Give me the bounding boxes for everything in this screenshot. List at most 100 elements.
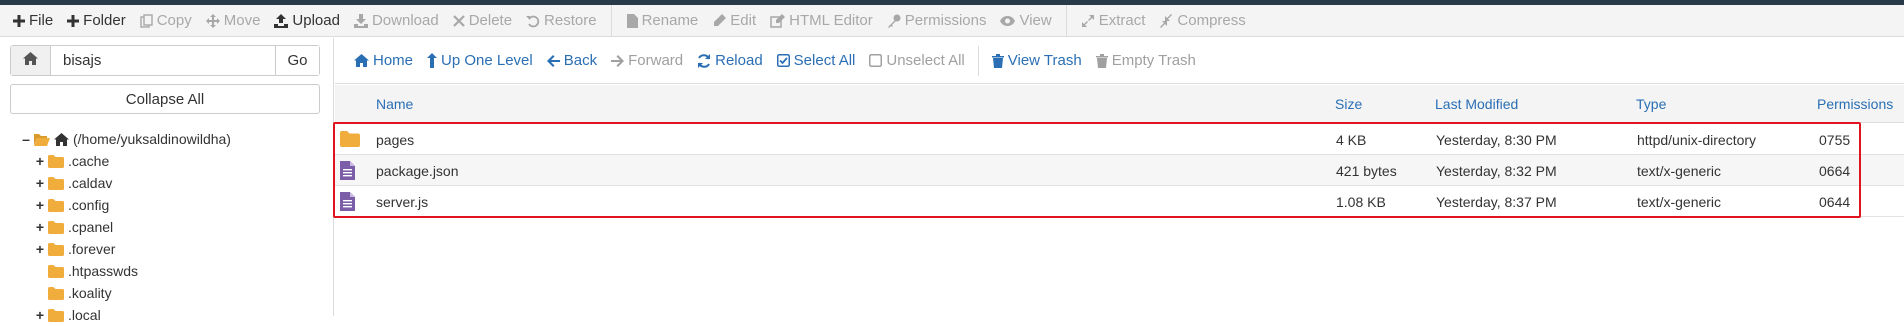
forward-label: Forward — [628, 52, 684, 69]
compress-icon — [1159, 13, 1173, 28]
column-header-permissions[interactable]: Permissions — [1817, 96, 1893, 112]
file-type: text/x-generic — [1637, 163, 1722, 179]
edit-button[interactable]: Edit — [705, 5, 763, 37]
copy-button[interactable]: Copy — [133, 5, 199, 37]
extract-button[interactable]: Extract — [1074, 5, 1153, 37]
home-icon — [54, 132, 69, 146]
tree-item[interactable]: + .forever — [0, 238, 334, 260]
collapse-all-button[interactable]: Collapse All — [10, 84, 320, 114]
level-up-icon — [427, 53, 438, 68]
html-editor-button[interactable]: HTML Editor — [763, 5, 880, 37]
file-name: pages — [376, 132, 415, 148]
file-last-modified: Yesterday, 8:30 PM — [1436, 132, 1557, 148]
unselect-all-label: Unselect All — [886, 52, 965, 69]
view-button[interactable]: View — [993, 5, 1058, 37]
new-folder-button[interactable]: Folder — [60, 5, 133, 37]
view-trash-button[interactable]: View Trash — [985, 38, 1089, 84]
tree-item[interactable]: + .local — [0, 304, 334, 326]
unselect-all-button[interactable]: Unselect All — [862, 38, 971, 84]
file-row[interactable]: package.json 421 bytes Yesterday, 8:32 PM t… — [335, 155, 1904, 186]
column-header-type[interactable]: Type — [1636, 96, 1666, 112]
rename-button[interactable]: Rename — [619, 5, 706, 37]
tree-item[interactable]: + .config — [0, 194, 334, 216]
folder-icon — [48, 264, 64, 278]
file-size: 1.08 KB — [1336, 194, 1386, 210]
folder-icon — [48, 286, 64, 300]
file-type: text/x-generic — [1637, 194, 1722, 210]
file-last-modified: Yesterday, 8:32 PM — [1436, 163, 1557, 179]
path-input[interactable] — [51, 46, 275, 75]
column-header-last-modified[interactable]: Last Modified — [1435, 96, 1518, 112]
empty-trash-label: Empty Trash — [1111, 52, 1196, 69]
home-icon — [354, 54, 369, 67]
toolbar-divider — [610, 4, 612, 37]
home-button[interactable]: Home — [347, 38, 420, 84]
plus-icon — [67, 14, 80, 27]
go-button[interactable]: Go — [275, 46, 319, 75]
edit-label: Edit — [730, 12, 757, 29]
expand-toggle-icon[interactable]: + — [34, 219, 46, 235]
forward-button[interactable]: Forward — [604, 38, 690, 84]
reload-button[interactable]: Reload — [690, 38, 770, 84]
compress-label: Compress — [1177, 12, 1246, 29]
trash-icon — [1095, 53, 1108, 68]
upload-button[interactable]: Upload — [267, 5, 347, 37]
file-row[interactable]: server.js 1.08 KB Yesterday, 8:37 PM text/x… — [335, 186, 1904, 217]
permissions-label: Permissions — [904, 12, 987, 29]
delete-button[interactable]: Delete — [446, 5, 519, 37]
select-all-label: Select All — [793, 52, 856, 69]
navigation-bar: Home Up One Level Back Forward Reload Se… — [335, 38, 1904, 84]
file-list-header: Name Size Last Modified Type Permissions — [335, 85, 1904, 123]
up-one-level-button[interactable]: Up One Level — [420, 38, 540, 84]
permissions-button[interactable]: Permissions — [880, 5, 994, 37]
file-row[interactable]: pages 4 KB Yesterday, 8:30 PM httpd/unix-di… — [335, 124, 1904, 155]
tree-item-label: .config — [68, 197, 110, 213]
home-label: Home — [373, 52, 414, 69]
folder-icon — [48, 176, 64, 190]
tree-item-label: .local — [68, 307, 101, 323]
column-header-name[interactable]: Name — [376, 96, 413, 112]
home-icon — [23, 51, 38, 70]
empty-trash-button[interactable]: Empty Trash — [1089, 38, 1203, 84]
back-button[interactable]: Back — [540, 38, 604, 84]
home-directory-button[interactable] — [11, 46, 51, 75]
upload-icon — [274, 13, 289, 28]
compress-button[interactable]: Compress — [1152, 5, 1252, 37]
tree-item[interactable]: .htpasswds — [0, 260, 334, 282]
expand-toggle-icon[interactable]: + — [34, 307, 46, 323]
tree-item[interactable]: .koality — [0, 282, 334, 304]
file-icon — [626, 13, 638, 28]
copy-icon — [140, 13, 153, 28]
refresh-icon — [697, 53, 711, 68]
expand-toggle-icon[interactable]: + — [34, 241, 46, 257]
tree-item[interactable]: + .cache — [0, 150, 334, 172]
download-button[interactable]: Download — [347, 5, 446, 37]
arrow-left-icon — [546, 54, 560, 67]
extract-label: Extract — [1098, 12, 1146, 29]
checkbox-empty-icon — [869, 54, 883, 67]
tree-item[interactable]: + .caldav — [0, 172, 334, 194]
tree-root-label: (/home/yuksaldinowildha) — [73, 131, 231, 147]
tree-root[interactable]: – (/home/yuksaldinowildha) — [0, 128, 334, 150]
file-type: httpd/unix-directory — [1637, 132, 1757, 148]
expand-toggle-icon[interactable]: + — [34, 197, 46, 213]
new-file-button[interactable]: File — [6, 5, 60, 37]
file-name: package.json — [376, 163, 459, 179]
tree-item[interactable]: + .cpanel — [0, 216, 334, 238]
expand-icon — [1081, 14, 1095, 28]
expand-toggle-icon[interactable]: + — [34, 153, 46, 169]
column-header-size[interactable]: Size — [1335, 96, 1362, 112]
toolbar-divider — [1065, 4, 1067, 37]
collapse-toggle-icon[interactable]: – — [20, 131, 32, 147]
move-button[interactable]: Move — [199, 5, 268, 37]
rename-label: Rename — [641, 12, 699, 29]
main-toolbar: File Folder Copy Move Upload Download De… — [0, 4, 1904, 37]
file-permissions: 0755 — [1819, 132, 1851, 148]
expand-toggle-icon[interactable]: + — [34, 175, 46, 191]
file-list: pages 4 KB Yesterday, 8:30 PM httpd/unix-di… — [335, 124, 1904, 217]
tree-item-label: .cache — [68, 153, 110, 169]
new-folder-label: Folder — [83, 12, 126, 29]
view-trash-label: View Trash — [1007, 52, 1082, 69]
restore-button[interactable]: Restore — [519, 5, 604, 37]
select-all-button[interactable]: Select All — [770, 38, 863, 84]
